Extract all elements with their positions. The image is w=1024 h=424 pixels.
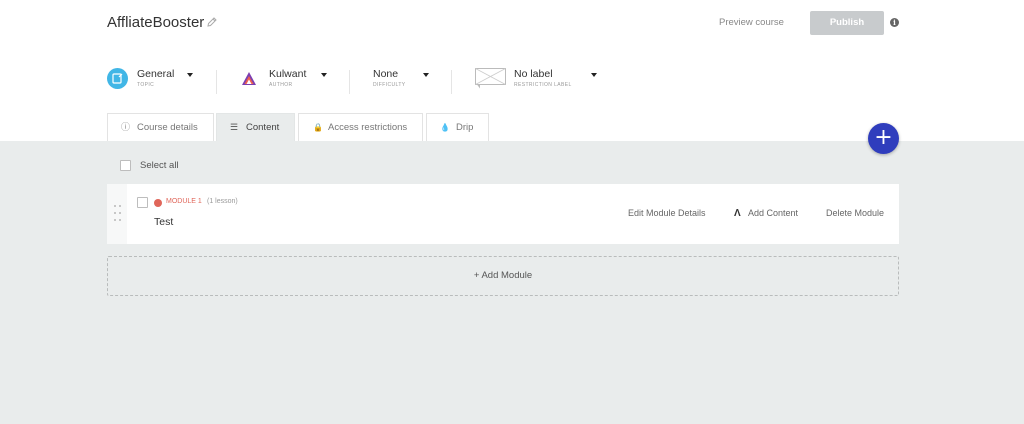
difficulty-label: DIFFICULTY <box>373 82 406 88</box>
preview-course-link[interactable]: Preview course <box>719 17 784 28</box>
divider <box>451 70 452 94</box>
divider <box>349 70 350 94</box>
author-avatar-icon <box>242 72 256 85</box>
difficulty-select[interactable]: None DIFFICULTY <box>373 64 443 94</box>
tab-label: Course details <box>137 122 198 133</box>
restriction-value: No label <box>514 68 553 80</box>
course-title[interactable]: AffliateBooster <box>107 14 204 31</box>
pencil-icon[interactable] <box>206 16 218 28</box>
module-card: MODULE 1 (1 lesson) Test Edit Module Det… <box>107 184 899 244</box>
tab-drip[interactable]: 💧 Drip <box>426 113 489 141</box>
list-icon: ☰ <box>230 122 239 132</box>
author-select[interactable]: Kulwant AUTHOR <box>269 64 339 94</box>
add-content-button[interactable]: Add Content <box>748 208 798 218</box>
tab-content[interactable]: ☰ Content <box>216 113 295 141</box>
tab-course-details[interactable]: ⓘ Course details <box>107 113 214 141</box>
module-title[interactable]: Test <box>154 216 173 228</box>
delete-module-button[interactable]: Delete Module <box>826 208 884 218</box>
tab-label: Content <box>246 122 280 133</box>
chevron-down-icon <box>187 73 193 77</box>
module-checkbox[interactable] <box>137 197 148 208</box>
edit-module-details-button[interactable]: Edit Module Details <box>628 208 706 218</box>
chevron-down-icon <box>591 73 597 77</box>
info-circle-icon: ⓘ <box>121 122 131 132</box>
tab-label: Drip <box>456 122 474 133</box>
add-module-button[interactable]: + Add Module <box>107 256 899 296</box>
topic-value: General <box>137 68 175 80</box>
restriction-label-select[interactable]: No label RESTRICTION LABEL <box>514 64 604 94</box>
topic-label: TOPIC <box>137 82 155 88</box>
divider <box>216 70 217 94</box>
publish-button[interactable]: Publish <box>810 11 884 35</box>
module-status-dot <box>154 199 162 207</box>
topic-icon <box>107 68 128 89</box>
difficulty-value: None <box>373 68 399 80</box>
add-fab-button[interactable]: + <box>868 123 899 154</box>
module-name: MODULE 1 <box>166 198 202 205</box>
module-lesson-count: (1 lesson) <box>207 198 238 205</box>
select-all-checkbox[interactable] <box>120 160 131 171</box>
chevron-down-icon <box>321 73 327 77</box>
author-label: AUTHOR <box>269 82 293 88</box>
chevron-down-icon <box>423 73 429 77</box>
restriction-label: RESTRICTION LABEL <box>514 82 572 88</box>
lock-icon: 🔒 <box>313 123 323 132</box>
drop-icon: 💧 <box>440 123 450 132</box>
restriction-label-icon <box>475 68 506 89</box>
tab-access-restrictions[interactable]: 🔒 Access restrictions <box>298 113 423 141</box>
tab-label: Access restrictions <box>328 122 408 133</box>
info-icon[interactable]: i <box>890 18 899 27</box>
topic-select[interactable]: General TOPIC <box>137 64 207 94</box>
select-all-label: Select all <box>140 160 179 171</box>
drag-handle-icon[interactable] <box>107 184 127 244</box>
add-content-icon: Λ <box>734 208 741 219</box>
author-value: Kulwant <box>269 68 307 80</box>
